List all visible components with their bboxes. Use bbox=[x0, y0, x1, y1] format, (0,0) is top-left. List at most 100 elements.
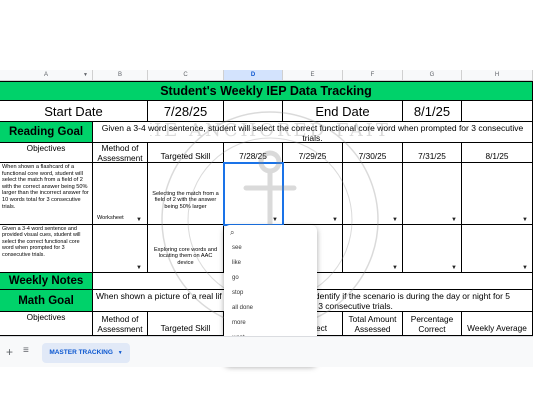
math-goal-text-right: r 3 consecutive trials. bbox=[313, 301, 393, 311]
data-cell-e1[interactable]: ▼ bbox=[283, 163, 343, 225]
weekly-notes-label-text: Weekly Notes bbox=[8, 275, 84, 287]
column-letter: C bbox=[183, 72, 188, 78]
column-header-e[interactable]: E bbox=[283, 70, 343, 81]
header-text: Weekly Average bbox=[467, 323, 527, 333]
column-menu-icon[interactable]: ▼ bbox=[83, 70, 88, 81]
math-goal-text-left: When shown a picture of a real lif bbox=[96, 291, 222, 301]
dropdown-arrow-icon[interactable]: ▼ bbox=[522, 265, 528, 271]
dropdown-search[interactable]: ⌕ bbox=[224, 225, 317, 241]
header-text: 8/1/25 bbox=[485, 151, 509, 161]
column-header-f[interactable]: F bbox=[343, 70, 403, 81]
column-header-h[interactable]: H bbox=[462, 70, 533, 81]
header-objectives[interactable]: Objectives bbox=[0, 143, 93, 163]
end-date-value[interactable]: 8/1/25 bbox=[403, 101, 462, 122]
method-cell-1[interactable]: Worksheet ▼ bbox=[93, 163, 148, 225]
column-letter: F bbox=[370, 72, 375, 78]
header-text: Targeted Skill bbox=[160, 151, 211, 161]
method-cell-2[interactable]: ▼ bbox=[93, 225, 148, 273]
weekly-notes-label[interactable]: Weekly Notes bbox=[0, 273, 93, 290]
math-header-total[interactable]: Total Amount Assessed bbox=[343, 312, 403, 336]
math-header-weekly-average[interactable]: Weekly Average bbox=[462, 312, 533, 336]
start-date-value-text: 7/28/25 bbox=[163, 103, 208, 119]
reading-goal-label-text: Reading Goal bbox=[8, 126, 84, 138]
dropdown-option[interactable]: see bbox=[224, 241, 317, 256]
dropdown-option[interactable]: more bbox=[224, 316, 317, 331]
column-letter: E bbox=[310, 72, 315, 78]
header-skill[interactable]: Targeted Skill bbox=[148, 143, 224, 163]
header-date-1[interactable]: 7/28/25 bbox=[224, 143, 283, 163]
search-icon[interactable]: ⌕ bbox=[230, 228, 234, 237]
column-letter: D bbox=[250, 72, 256, 78]
end-date-label[interactable]: End Date bbox=[283, 101, 403, 122]
method-value: Worksheet bbox=[97, 215, 124, 222]
reading-goal-label[interactable]: Reading Goal bbox=[0, 122, 93, 143]
column-header-a[interactable]: A ▼ bbox=[0, 70, 93, 81]
math-header-skill[interactable]: Targeted Skill bbox=[148, 312, 224, 336]
header-date-2[interactable]: 7/29/25 bbox=[283, 143, 343, 163]
dropdown-arrow-icon[interactable]: ▼ bbox=[451, 217, 457, 223]
dropdown-option[interactable]: all done bbox=[224, 301, 317, 316]
column-header-g[interactable]: G bbox=[403, 70, 462, 81]
math-goal-label-text: Math Goal bbox=[18, 294, 74, 307]
plus-icon[interactable]: + bbox=[6, 345, 13, 359]
sheet-tab-master-tracking[interactable]: MASTER TRACKING ▼ bbox=[42, 343, 130, 363]
sheet-title[interactable]: Student's Weekly IEP Data Tracking bbox=[0, 81, 533, 101]
start-date-value[interactable]: 7/28/25 bbox=[148, 101, 224, 122]
column-header-b[interactable]: B bbox=[93, 70, 148, 81]
column-letter: G bbox=[429, 72, 435, 78]
dropdown-arrow-icon[interactable]: ▼ bbox=[136, 265, 142, 271]
header-method[interactable]: Method of Assessment bbox=[93, 143, 148, 163]
sheet-title-text: Student's Weekly IEP Data Tracking bbox=[160, 84, 372, 98]
blank-cell[interactable] bbox=[224, 101, 283, 122]
dropdown-option[interactable]: go bbox=[224, 271, 317, 286]
column-letter: A bbox=[43, 72, 48, 78]
reading-goal-text[interactable]: Given a 3-4 word sentence, student will … bbox=[93, 122, 533, 143]
column-letter: B bbox=[117, 72, 122, 78]
skill-cell-1[interactable]: Selecting the match from a field of 2 wi… bbox=[148, 163, 224, 225]
objective-cell-1[interactable]: When shown a flashcard of a functional c… bbox=[0, 163, 93, 225]
math-goal-label[interactable]: Math Goal bbox=[0, 290, 93, 312]
dropdown-option[interactable]: stop bbox=[224, 286, 317, 301]
dropdown-arrow-icon[interactable]: ▼ bbox=[522, 217, 528, 223]
header-text: Objectives bbox=[26, 143, 66, 153]
header-text: Percentage Correct bbox=[410, 313, 454, 334]
data-cell-f2[interactable]: ▼ bbox=[343, 225, 403, 273]
dropdown-option[interactable]: like bbox=[224, 256, 317, 271]
objective-text: Given a 3-4 word sentence and provided v… bbox=[2, 226, 81, 258]
data-cell-g1[interactable]: ▼ bbox=[403, 163, 462, 225]
math-header-objectives[interactable]: Objectives bbox=[0, 312, 93, 336]
header-text: Total Amount Assessed bbox=[348, 313, 397, 334]
column-header-c[interactable]: C bbox=[148, 70, 224, 81]
math-goal-text-right: identify if the scenario is during the d… bbox=[313, 291, 511, 301]
list-menu-icon[interactable]: ≡ bbox=[23, 345, 29, 356]
end-date-value-text: 8/1/25 bbox=[413, 103, 451, 119]
dropdown-arrow-icon[interactable]: ▼ bbox=[392, 265, 398, 271]
math-header-method[interactable]: Method of Assessment bbox=[93, 312, 148, 336]
dropdown-arrow-icon[interactable]: ▼ bbox=[451, 265, 457, 271]
reading-goal-text-value: Given a 3-4 word sentence, student will … bbox=[101, 123, 524, 143]
data-cell-g2[interactable]: ▼ bbox=[403, 225, 462, 273]
column-header-d[interactable]: D bbox=[224, 70, 283, 81]
objective-cell-2[interactable]: Given a 3-4 word sentence and provided v… bbox=[0, 225, 93, 273]
header-date-3[interactable]: 7/30/25 bbox=[343, 143, 403, 163]
objective-text: When shown a flashcard of a functional c… bbox=[2, 164, 89, 210]
skill-text: Exploring core words and locating them o… bbox=[153, 246, 218, 266]
header-text: 7/30/25 bbox=[358, 151, 387, 161]
header-text: 7/31/25 bbox=[418, 151, 446, 161]
dropdown-arrow-icon[interactable]: ▼ bbox=[392, 217, 398, 223]
data-cell-h2[interactable]: ▼ bbox=[462, 225, 533, 273]
column-letter: H bbox=[494, 72, 500, 78]
start-date-label[interactable]: Start Date bbox=[0, 101, 148, 122]
header-text: 7/29/25 bbox=[298, 151, 327, 161]
blank-cell[interactable] bbox=[462, 101, 533, 122]
dropdown-arrow-icon[interactable]: ▼ bbox=[136, 217, 142, 223]
chevron-down-icon[interactable]: ▼ bbox=[118, 350, 123, 356]
dropdown-arrow-icon[interactable]: ▼ bbox=[332, 217, 338, 223]
math-header-percentage[interactable]: Percentage Correct bbox=[403, 312, 462, 336]
header-text: Objectives bbox=[26, 312, 66, 322]
header-date-4[interactable]: 7/31/25 bbox=[403, 143, 462, 163]
skill-cell-2[interactable]: Exploring core words and locating them o… bbox=[148, 225, 224, 273]
header-date-5[interactable]: 8/1/25 bbox=[462, 143, 533, 163]
data-cell-f1[interactable]: ▼ bbox=[343, 163, 403, 225]
data-cell-h1[interactable]: ▼ bbox=[462, 163, 533, 225]
